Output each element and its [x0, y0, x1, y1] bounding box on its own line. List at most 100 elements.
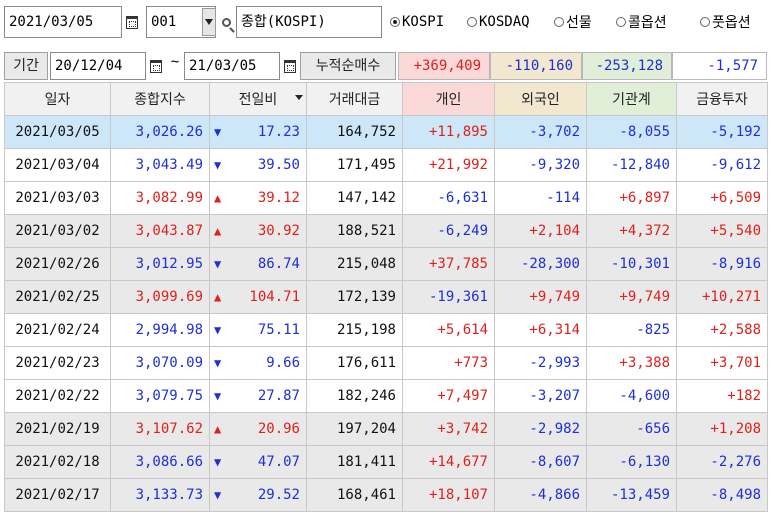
cell-amount: 172,139	[306, 280, 403, 314]
cell-change: ▼ 29.52	[209, 478, 307, 512]
triangle-up-icon: ▲	[214, 422, 222, 436]
cell-index: 3,026.26	[110, 115, 210, 149]
table-row[interactable]: 2021/02/26 3,012.95 ▼ 86.74 215,048 +37,785 -2…	[4, 247, 768, 281]
cell-amount: 164,752	[306, 115, 403, 149]
cell-financial: +6,509	[676, 181, 768, 215]
col-header-individual[interactable]: 개인	[402, 82, 495, 116]
cumulative-net-buy-label: 누적순매수	[300, 52, 396, 80]
cell-change: ▲ 39.12	[209, 181, 307, 215]
table-row[interactable]: 2021/02/25 3,099.69 ▲ 104.71 172,139 -19,361 +…	[4, 280, 768, 314]
search-icon	[221, 17, 231, 27]
triangle-down-icon: ▼	[214, 257, 222, 271]
radio-dot-icon	[700, 17, 710, 27]
cell-financial: +5,540	[676, 214, 768, 248]
radio-dot-icon	[554, 17, 564, 27]
table-row[interactable]: 2021/03/04 3,043.49 ▼ 39.50 171,495 +21,992 -9…	[4, 148, 768, 182]
table-row[interactable]: 2021/02/18 3,086.66 ▼ 47.07 181,411 +14,677 -8…	[4, 445, 768, 479]
cell-amount: 176,611	[306, 346, 403, 380]
cell-change: ▼ 86.74	[209, 247, 307, 281]
calendar-button[interactable]	[122, 6, 142, 38]
cell-foreign: -9,320	[494, 148, 587, 182]
start-date-input[interactable]: 20/12/04	[50, 52, 146, 80]
end-date-input[interactable]: 21/03/05	[184, 52, 280, 80]
cell-institution: -12,840	[586, 148, 677, 182]
triangle-down-icon: ▼	[214, 323, 222, 337]
cell-change-value: 9.66	[266, 355, 300, 371]
cell-change-value: 75.11	[257, 322, 300, 338]
table-row[interactable]: 2021/02/22 3,079.75 ▼ 27.87 182,246 +7,497 -3,…	[4, 379, 768, 413]
market-label: 콜옵션	[628, 15, 667, 31]
cell-foreign: +9,749	[494, 280, 587, 314]
cell-institution: -656	[586, 412, 677, 446]
market-label: 풋옵션	[712, 15, 751, 31]
search-button[interactable]	[217, 8, 235, 36]
col-header-change[interactable]: 전일비	[209, 82, 307, 116]
col-header-change-label: 전일비	[238, 92, 278, 108]
triangle-up-icon: ▲	[214, 191, 222, 205]
cell-institution: +3,388	[586, 346, 677, 380]
cell-change-value: 29.52	[257, 487, 300, 503]
end-calendar-button[interactable]	[280, 50, 300, 82]
triangle-down-icon: ▼	[214, 389, 222, 403]
cell-amount: 181,411	[306, 445, 403, 479]
col-header-index[interactable]: 종합지수	[110, 82, 210, 116]
market-radio-futures[interactable]: 선물	[554, 6, 592, 38]
table-row[interactable]: 2021/02/19 3,107.62 ▲ 20.96 197,204 +3,742 -2,…	[4, 412, 768, 446]
cell-individual: +3,742	[402, 412, 495, 446]
market-radio-put[interactable]: 풋옵션	[700, 6, 751, 38]
table-row[interactable]: 2021/02/24 2,994.98 ▼ 75.11 215,198 +5,614 +6,…	[4, 313, 768, 347]
table-row[interactable]: 2021/02/17 3,133.73 ▼ 29.52 168,461 +18,107 -4…	[4, 478, 768, 512]
start-calendar-button[interactable]	[146, 50, 166, 82]
table-row[interactable]: 2021/03/05 3,026.26 ▼ 17.23 164,752 +11,895 -3…	[4, 115, 768, 149]
calendar-icon	[126, 15, 138, 29]
cell-change: ▲ 30.92	[209, 214, 307, 248]
table-header-row: 일자 종합지수 전일비 거래대금 개인 외국인 기관계 금융투자	[4, 82, 768, 116]
cell-financial: +2,588	[676, 313, 768, 347]
chevron-down-icon[interactable]	[295, 95, 303, 100]
cell-date: 2021/03/03	[4, 181, 111, 215]
cell-change-value: 47.07	[257, 454, 300, 470]
cell-foreign: +6,314	[494, 313, 587, 347]
cell-financial: -8,498	[676, 478, 768, 512]
investor-trading-table: 일자 종합지수 전일비 거래대금 개인 외국인 기관계 금융투자 2021/03…	[4, 82, 768, 512]
cell-individual: +11,895	[402, 115, 495, 149]
table-row[interactable]: 2021/03/02 3,043.87 ▲ 30.92 188,521 -6,249 +2,…	[4, 214, 768, 248]
cell-change-value: 39.12	[257, 190, 300, 206]
cell-institution: -13,459	[586, 478, 677, 512]
cell-index: 3,133.73	[110, 478, 210, 512]
market-label: KOSPI	[402, 14, 445, 30]
cell-date: 2021/03/02	[4, 214, 111, 248]
col-header-institution[interactable]: 기관계	[586, 82, 677, 116]
cell-amount: 197,204	[306, 412, 403, 446]
market-radio-kosdaq[interactable]: KOSDAQ	[467, 6, 530, 38]
cell-change-value: 30.92	[257, 223, 300, 239]
col-header-foreign[interactable]: 외국인	[494, 82, 587, 116]
cell-amount: 215,048	[306, 247, 403, 281]
cell-foreign: -3,702	[494, 115, 587, 149]
col-header-financial[interactable]: 금융투자	[676, 82, 768, 116]
cell-financial: -9,612	[676, 148, 768, 182]
triangle-down-icon: ▼	[214, 455, 222, 469]
cell-index: 3,082.99	[110, 181, 210, 215]
col-header-date[interactable]: 일자	[4, 82, 111, 116]
col-header-amount[interactable]: 거래대금	[306, 82, 403, 116]
market-radio-call[interactable]: 콜옵션	[616, 6, 667, 38]
cell-individual: +21,992	[402, 148, 495, 182]
code-dropdown-button[interactable]	[202, 8, 216, 36]
table-row[interactable]: 2021/03/03 3,082.99 ▲ 39.12 147,142 -6,631 -11…	[4, 181, 768, 215]
cell-institution: -8,055	[586, 115, 677, 149]
market-radio-kospi[interactable]: KOSPI	[390, 6, 444, 38]
cell-date: 2021/02/24	[4, 313, 111, 347]
cell-date: 2021/03/04	[4, 148, 111, 182]
cell-change: ▼ 9.66	[209, 346, 307, 380]
cell-change: ▼ 75.11	[209, 313, 307, 347]
cell-date: 2021/02/25	[4, 280, 111, 314]
cell-change: ▼ 17.23	[209, 115, 307, 149]
cell-change: ▼ 27.87	[209, 379, 307, 413]
triangle-down-icon: ▼	[214, 125, 222, 139]
triangle-down-icon: ▼	[214, 158, 222, 172]
date-input[interactable]: 2021/03/05	[4, 6, 122, 38]
radio-dot-icon	[467, 17, 477, 27]
table-row[interactable]: 2021/02/23 3,070.09 ▼ 9.66 176,611 +773 -2,993…	[4, 346, 768, 380]
cell-individual: -6,249	[402, 214, 495, 248]
